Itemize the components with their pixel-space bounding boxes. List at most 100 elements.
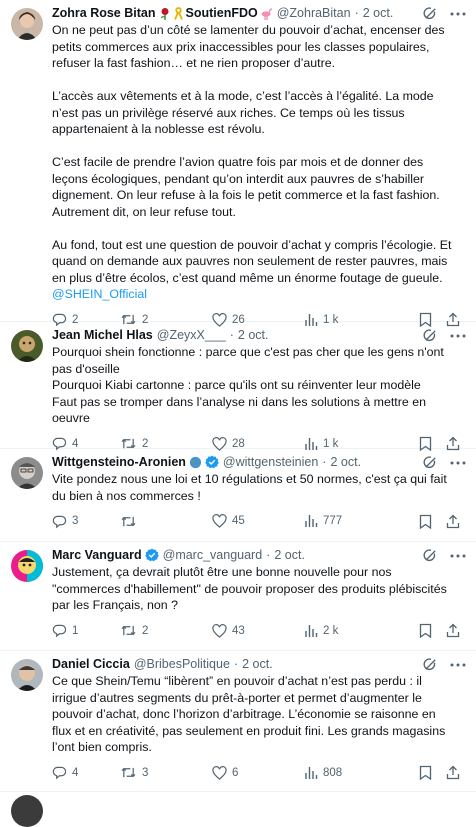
retweet-count: 3 <box>142 766 149 779</box>
like-icon <box>212 765 227 780</box>
views-icon <box>304 766 318 780</box>
author-handle[interactable]: @BribesPolitique <box>134 657 230 671</box>
more-icon[interactable] <box>450 12 466 16</box>
ribbon-icon <box>173 6 184 20</box>
tweet-date[interactable]: 2 oct. <box>238 328 269 342</box>
more-icon[interactable] <box>450 554 466 558</box>
author-handle[interactable]: @marc_vanguard <box>163 548 263 562</box>
tweet-paragraph: Vite pondez nous une loi et 10 régulatio… <box>52 472 447 503</box>
author-name[interactable]: Marc Vanguard <box>52 548 142 562</box>
views-button[interactable]: 777 <box>304 514 394 528</box>
reply-button[interactable]: 3 <box>52 514 120 529</box>
avatar[interactable] <box>11 659 43 691</box>
tweet-paragraph: Justement, ça devrait plutôt être une bo… <box>52 565 447 612</box>
bookmark-icon[interactable] <box>419 623 432 638</box>
retweet-icon <box>120 765 137 780</box>
tweet-text: Ce que Shein/Temu “libèrent” en pouvoir … <box>52 673 468 756</box>
like-count: 28 <box>232 437 245 450</box>
author-name[interactable]: Jean Michel Hlas <box>52 328 153 342</box>
author-name[interactable]: Wittgensteino-Aronien <box>52 455 186 469</box>
author-name[interactable]: Daniel Ciccia <box>52 657 130 671</box>
more-icon[interactable] <box>450 334 466 338</box>
tweet-date[interactable]: 2 oct. <box>242 657 273 671</box>
views-count: 808 <box>323 766 343 779</box>
verified-badge-icon <box>205 455 219 469</box>
reply-button[interactable]: 1 <box>52 623 120 638</box>
like-count: 6 <box>232 766 239 779</box>
more-icon[interactable] <box>450 461 466 465</box>
tweet-header-actions <box>423 6 466 21</box>
views-count: 1 k <box>323 437 339 450</box>
reply-count: 4 <box>72 437 79 450</box>
bookmark-icon[interactable] <box>419 765 432 780</box>
retweet-count: 2 <box>142 437 149 450</box>
tweet-feed: Zohra Rose Bitan SoutienFDO @ZohraBitan … <box>0 0 476 792</box>
grok-icon[interactable] <box>423 657 438 672</box>
like-icon <box>212 514 227 528</box>
avatar[interactable] <box>11 550 43 582</box>
tweet[interactable]: Wittgensteino-Aronien @wittgensteinien ·… <box>0 449 476 542</box>
reply-count: 4 <box>72 766 79 779</box>
reply-count: 1 <box>72 624 79 637</box>
retweet-icon <box>120 514 137 529</box>
globe-icon <box>189 456 202 469</box>
tweet[interactable]: Daniel Ciccia @BribesPolitique · 2 oct. … <box>0 651 476 792</box>
name-emojis: SoutienFDO <box>159 6 273 20</box>
avatar[interactable] <box>11 8 43 40</box>
tweet-text: On ne peut pas d’un côté se lamenter du … <box>52 22 468 303</box>
tweet-date[interactable]: 2 oct. <box>274 548 305 562</box>
tweet-header: Jean Michel Hlas @ZeyxX___ · 2 oct. <box>52 328 269 342</box>
tweet-header-actions <box>423 548 466 563</box>
tweet-paragraph <box>52 72 458 89</box>
like-button[interactable]: 6 <box>212 765 304 780</box>
avatar[interactable] <box>11 457 43 489</box>
tweet-paragraph: Au fond, tout est une question de pouvoi… <box>52 237 452 285</box>
tweet-secondary-actions <box>419 514 468 529</box>
grok-icon[interactable] <box>423 455 438 470</box>
author-handle[interactable]: @wittgensteinien <box>223 455 318 469</box>
tweet[interactable]: Marc Vanguard @marc_vanguard · 2 oct. Ju… <box>0 542 476 651</box>
reply-button[interactable]: 4 <box>52 765 120 780</box>
views-button[interactable]: 808 <box>304 766 394 780</box>
grok-icon[interactable] <box>423 328 438 343</box>
retweet-button[interactable] <box>120 514 212 529</box>
tweet-paragraph: Faut pas se tromper dans l’analyse ni da… <box>52 394 426 426</box>
more-icon[interactable] <box>450 663 466 667</box>
tweet-text: Pourquoi shein fonctionne : parce que c'… <box>52 344 468 427</box>
verified-badge-icon <box>144 548 159 562</box>
bookmark-icon[interactable] <box>419 514 432 529</box>
tweet-text: Justement, ça devrait plutôt être une bo… <box>52 564 468 614</box>
tweet-header: Zohra Rose Bitan SoutienFDO @ZohraBitan … <box>52 6 394 20</box>
author-name[interactable]: Zohra Rose Bitan <box>52 6 156 20</box>
grok-icon[interactable] <box>423 6 438 21</box>
retweet-button[interactable]: 2 <box>120 623 212 638</box>
like-icon <box>212 623 227 638</box>
tweet-actions: 1 2 43 2 k <box>52 621 468 653</box>
reply-icon <box>52 514 67 529</box>
retweet-button[interactable]: 3 <box>120 765 212 780</box>
views-icon <box>304 514 318 528</box>
author-handle[interactable]: @ZeyxX___ <box>157 328 226 342</box>
views-button[interactable]: 2 k <box>304 624 394 638</box>
grok-icon[interactable] <box>423 548 438 563</box>
tweet-date[interactable]: 2 oct. <box>363 6 394 20</box>
tweet[interactable]: Zohra Rose Bitan SoutienFDO @ZohraBitan … <box>0 0 476 327</box>
share-icon[interactable] <box>446 514 460 529</box>
retweet-count: 2 <box>142 624 149 637</box>
mention-link[interactable]: @SHEIN_Official <box>52 287 147 301</box>
tweet-header-actions <box>423 328 466 343</box>
avatar[interactable] <box>11 330 43 362</box>
share-icon[interactable] <box>446 765 460 780</box>
tweet-text: Vite pondez nous une loi et 10 régulatio… <box>52 471 468 504</box>
share-icon[interactable] <box>446 623 460 638</box>
reply-icon <box>52 623 67 638</box>
like-button[interactable]: 45 <box>212 514 304 528</box>
views-count: 2 k <box>323 624 339 637</box>
tweet[interactable]: Jean Michel Hlas @ZeyxX___ · 2 oct. Pour… <box>0 322 476 451</box>
tweet-paragraph <box>52 220 458 237</box>
tweet-date[interactable]: 2 oct. <box>330 455 361 469</box>
author-handle[interactable]: @ZohraBitan <box>277 6 351 20</box>
like-button[interactable]: 43 <box>212 623 304 638</box>
flamingo-icon <box>260 7 273 20</box>
reply-icon <box>52 765 67 780</box>
